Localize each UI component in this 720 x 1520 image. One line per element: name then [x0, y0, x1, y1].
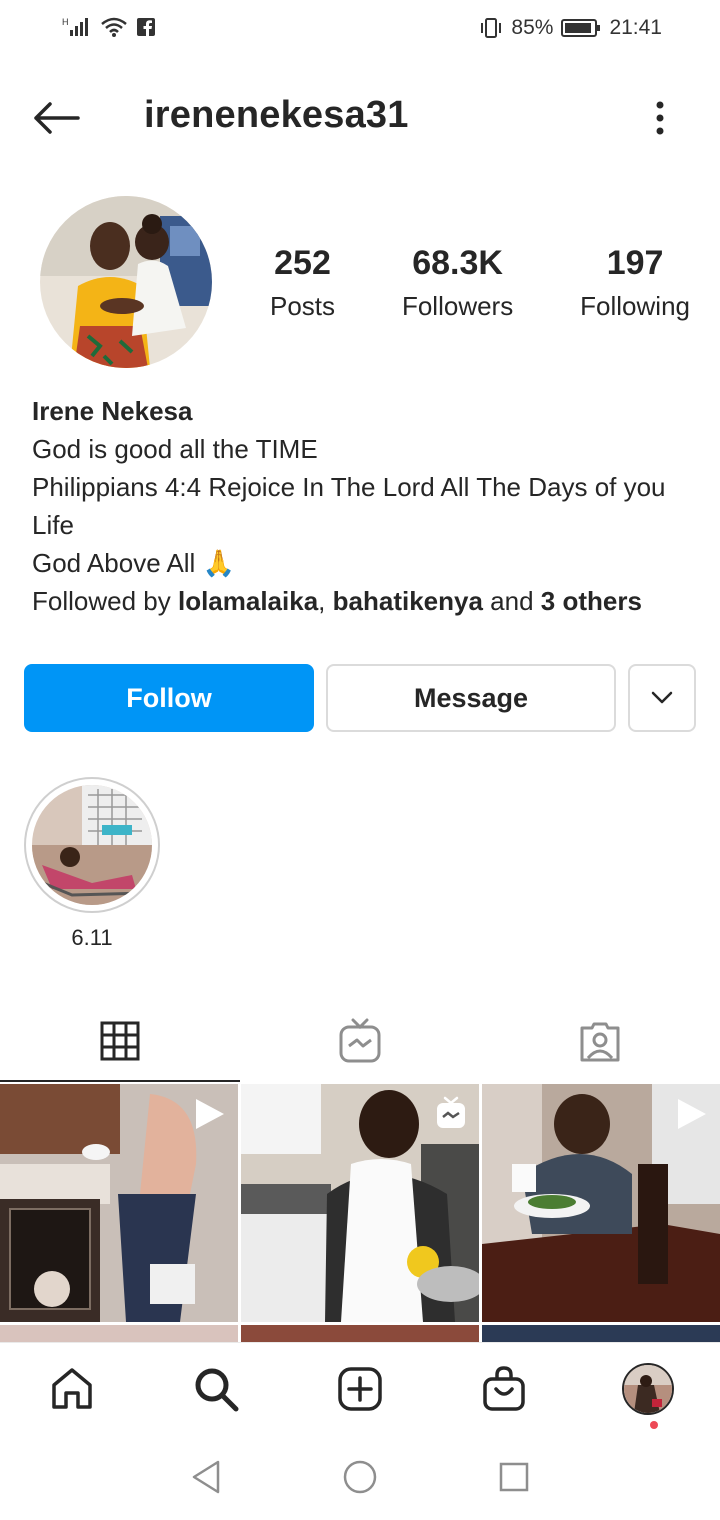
profile-username: irenenekesa31	[144, 94, 409, 136]
status-time: 21:41	[609, 16, 662, 39]
play-icon	[678, 1099, 706, 1129]
highlight-label: 6.11	[71, 925, 113, 950]
profile-bio: Irene Nekesa God is good all the TIME Ph…	[32, 392, 692, 620]
post-thumbnail[interactable]	[482, 1084, 720, 1322]
tagged-icon	[580, 1022, 620, 1062]
posts-count: 252	[274, 244, 331, 282]
tab-igtv[interactable]	[240, 1000, 480, 1082]
followed-by-prefix: Followed by	[32, 586, 171, 616]
profile-stats: 252 Posts 68.3K Followers 197 Following	[270, 244, 690, 322]
followed-by-user[interactable]: bahatikenya	[333, 586, 483, 616]
more-options-button[interactable]	[646, 96, 674, 140]
story-highlight[interactable]: 6.11	[24, 777, 160, 951]
profile-photo	[40, 196, 212, 368]
profile-tabs	[0, 1000, 720, 1082]
followers-label: Followers	[401, 291, 514, 321]
followers-stat[interactable]: 68.3K Followers	[402, 244, 513, 322]
post-thumbnail[interactable]	[0, 1084, 238, 1322]
nav-shop[interactable]	[432, 1343, 576, 1434]
system-back-icon[interactable]	[190, 1459, 222, 1495]
nav-new-post[interactable]	[288, 1343, 432, 1434]
system-home-icon[interactable]	[342, 1459, 378, 1495]
tab-tagged[interactable]	[480, 1000, 720, 1082]
home-icon	[52, 1367, 92, 1409]
profile-avatar[interactable]	[40, 196, 212, 368]
posts-label: Posts	[270, 291, 336, 321]
back-button[interactable]	[30, 96, 82, 140]
grid-icon	[100, 1021, 140, 1061]
search-icon	[195, 1368, 239, 1411]
profile-display-name: Irene Nekesa	[32, 396, 193, 426]
wifi-icon	[101, 17, 127, 37]
signal-icon: H	[62, 17, 88, 36]
followers-count: 68.3K	[412, 244, 503, 282]
status-bar: H 85% 21:41	[0, 0, 720, 62]
igtv-icon	[437, 1096, 465, 1128]
message-button[interactable]: Message	[326, 664, 616, 732]
posts-grid	[0, 1084, 720, 1344]
back-arrow-icon	[34, 102, 80, 134]
profile-header: irenenekesa31	[0, 80, 720, 156]
more-vertical-icon	[656, 101, 664, 135]
followed-by-separator: ,	[318, 586, 326, 616]
bottom-navigation	[0, 1342, 720, 1434]
status-right: 85% 21:41	[479, 16, 662, 40]
bio-line: God is good all the TIME	[32, 434, 318, 464]
system-navigation	[0, 1434, 720, 1520]
add-post-icon	[338, 1366, 382, 1411]
bio-line: God Above All 🙏	[32, 548, 235, 578]
shop-icon	[483, 1365, 525, 1411]
notification-dot	[650, 1421, 658, 1429]
facebook-icon	[137, 18, 155, 36]
post-thumbnail[interactable]	[241, 1084, 479, 1322]
nav-search[interactable]	[144, 1343, 288, 1434]
nav-home[interactable]	[0, 1343, 144, 1434]
chevron-down-icon	[651, 691, 673, 704]
igtv-icon	[339, 1018, 381, 1063]
bio-line: Philippians 4:4 Rejoice In The Lord All …	[32, 472, 666, 540]
battery-icon	[561, 19, 601, 37]
nav-profile[interactable]	[576, 1343, 720, 1434]
posts-stat[interactable]: 252 Posts	[270, 244, 335, 322]
battery-percent: 85%	[511, 16, 554, 39]
follow-button[interactable]: Follow	[24, 664, 314, 732]
tab-posts-grid[interactable]	[0, 1000, 240, 1082]
system-recents-icon[interactable]	[498, 1461, 530, 1493]
highlight-ring	[24, 777, 160, 913]
followed-by-others[interactable]: 3 others	[541, 586, 642, 616]
followed-by-and: and	[490, 586, 534, 616]
following-label: Following	[580, 291, 690, 321]
following-stat[interactable]: 197 Following	[580, 244, 690, 322]
status-left: H	[62, 16, 156, 38]
vibrate-icon	[481, 18, 502, 38]
suggested-accounts-button[interactable]	[628, 664, 696, 732]
followed-by[interactable]: Followed by lolamalaika, bahatikenya and…	[32, 582, 692, 620]
highlight-thumbnail	[32, 785, 152, 905]
following-count: 197	[606, 244, 664, 282]
profile-avatar-small	[622, 1362, 674, 1415]
followed-by-user[interactable]: lolamalaika	[178, 586, 318, 616]
play-icon	[196, 1099, 224, 1129]
svg-text:H: H	[62, 17, 69, 27]
